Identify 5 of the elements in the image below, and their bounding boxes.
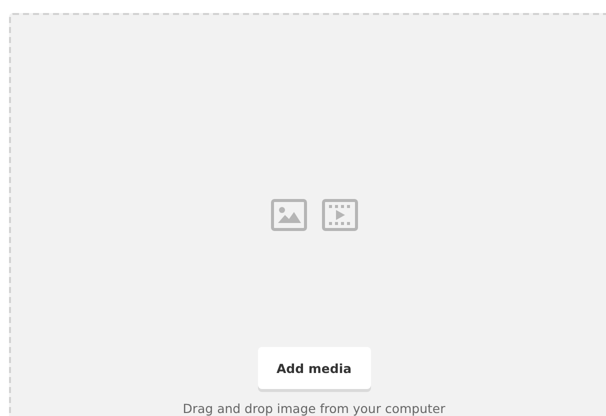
drag-drop-hint: Drag and drop image from your computer [182,401,446,416]
add-media-button[interactable]: Add media [258,347,370,389]
image-icon [270,199,306,231]
video-icon [322,199,358,231]
dropzone-area[interactable]: Add media Drag and drop image from your computer [9,13,606,416]
